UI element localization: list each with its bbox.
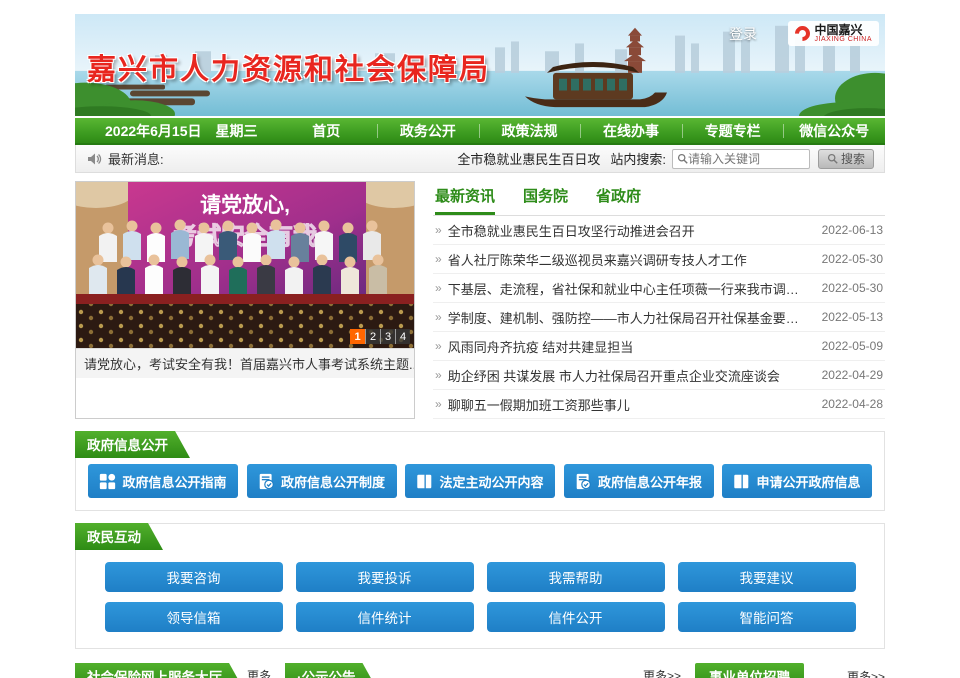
arrow-icon: » (435, 252, 442, 266)
gov-info-system-button[interactable]: 政府信息公开制度 (247, 464, 397, 498)
nav-item-policy[interactable]: 政策法规 (479, 121, 581, 141)
arrow-icon: » (435, 310, 442, 324)
annual-report-button[interactable]: 政府信息公开年报 (564, 464, 714, 498)
marquee-text[interactable]: 全市稳就业惠民生百日攻 (457, 149, 600, 168)
photo-overlay-line1: 请党放心, (200, 193, 290, 217)
nav-item-wechat[interactable]: 微信公众号 (783, 121, 885, 141)
public-notice-more-link[interactable]: 更多>> (643, 667, 681, 678)
consult-button[interactable]: 我要咨询 (105, 562, 283, 592)
jiaxing-logo[interactable]: 中国嘉兴 JIAXING CHINA (788, 21, 879, 46)
news-row[interactable]: » 助企纾困 共谋发展 市人力社保局召开重点企业交流座谈会 2022-04-29 (433, 361, 885, 390)
need-help-button[interactable]: 我需帮助 (487, 562, 665, 592)
recruitment-header: 事业单位招聘 更多>> (695, 663, 885, 678)
speaker-icon (86, 151, 102, 167)
news-row[interactable]: » 风雨同舟齐抗疫 结对共建显担当 2022-05-09 (433, 332, 885, 361)
recruitment-more-link[interactable]: 更多>> (847, 668, 885, 678)
doc-check-icon (258, 473, 275, 490)
news-row[interactable]: » 学制度、建机制、强防控——市人力社保局召开社保基金要情专题学习会 2022-… (433, 303, 885, 332)
arrow-icon: » (435, 397, 442, 411)
carousel-caption[interactable]: 请党放心，考试安全有我！首届嘉兴市人事考试系统主题... (76, 348, 414, 378)
doc-check-icon (575, 473, 592, 490)
gov-info-guide-button[interactable]: 政府信息公开指南 (88, 464, 238, 498)
logo-subtitle: JIAXING CHINA (815, 36, 872, 43)
interact-buttons: 我要咨询 我要投诉 我需帮助 我要建议 领导信箱 信件统计 信件公开 智能问答 (88, 556, 872, 636)
interact-section-title: 政民互动 (75, 523, 163, 550)
site-search-label: 站内搜索: (610, 149, 666, 168)
leader-mailbox-button[interactable]: 领导信箱 (105, 602, 283, 632)
jiaxing-logo-icon (791, 23, 812, 44)
social-insurance-header: 社会保险网上服务大厅 更多 (75, 663, 271, 678)
search-button[interactable]: 搜索 (818, 149, 874, 169)
tab-state-council[interactable]: 国务院 (523, 185, 568, 215)
pager-3[interactable]: 3 (380, 329, 395, 344)
page-title: 嘉兴市人力资源和社会保障局 (87, 46, 490, 88)
arrow-icon: » (435, 281, 442, 295)
news-panel: 最新资讯 国务院 省政府 » 全市稳就业惠民生百日攻坚行动推进会召开 2022-… (433, 181, 885, 419)
news-tabs: 最新资讯 国务院 省政府 (433, 181, 885, 216)
nav-item-online[interactable]: 在线办事 (580, 121, 682, 141)
nav-date: 2022年6月15日 星期三 (75, 121, 276, 141)
main-content-row: 请党放心, 考试安全有我 (75, 181, 885, 419)
social-insurance-more-link[interactable]: 更多 (247, 667, 271, 678)
carousel-photo: 请党放心, 考试安全有我 (76, 182, 414, 348)
date-text: 2022年6月15日 (105, 121, 202, 141)
logo-title: 中国嘉兴 (815, 24, 872, 36)
recruitment-title: 事业单位招聘 (695, 663, 804, 678)
header-banner: 嘉兴市人力资源和社会保障局 登录 中国嘉兴 JIAXING CHINA (75, 14, 885, 118)
gov-info-section: 政府信息公开 政府信息公开指南 政府信息公开制度 法定主动公开内容 政府信息公开… (75, 431, 885, 511)
group-photo-image: 请党放心, 考试安全有我 (76, 182, 414, 348)
social-insurance-title: 社会保险网上服务大厅 (75, 663, 244, 678)
news-list: » 全市稳就业惠民生百日攻坚行动推进会召开 2022-06-13 » 省人社厅陈… (433, 216, 885, 419)
search-box (672, 149, 810, 169)
social-insurance-panel: 社会保险网上服务大厅 更多 个人(单位)社保证明打印 办事指南 (75, 663, 271, 678)
arrow-icon: » (435, 223, 442, 237)
news-row[interactable]: » 聊聊五一假期加班工资那些事儿 2022-04-28 (433, 390, 885, 419)
letter-disclosure-button[interactable]: 信件公开 (487, 602, 665, 632)
book-icon (416, 473, 433, 490)
nav-item-home[interactable]: 首页 (276, 121, 378, 141)
login-link[interactable]: 登录 (729, 24, 757, 44)
nav-menu: 首页 政务公开 政策法规 在线办事 专题专栏 微信公众号 (276, 121, 885, 141)
pager-4[interactable]: 4 (395, 329, 410, 344)
arrow-icon: » (435, 339, 442, 353)
gov-info-buttons: 政府信息公开指南 政府信息公开制度 法定主动公开内容 政府信息公开年报 申请公开… (88, 464, 872, 498)
arrow-icon: » (435, 368, 442, 382)
carousel-pager: 1 2 3 4 (350, 329, 410, 344)
letter-stats-button[interactable]: 信件统计 (296, 602, 474, 632)
page: 嘉兴市人力资源和社会保障局 登录 中国嘉兴 JIAXING CHINA 2022… (75, 14, 885, 678)
public-notice-header: ·公示公告 更多>> (285, 663, 681, 678)
notice-bar: 最新消息: 全市稳就业惠民生百日攻 站内搜索: 搜索 (75, 145, 885, 173)
search-button-icon (827, 153, 838, 164)
photo-carousel[interactable]: 请党放心, 考试安全有我 (75, 181, 415, 419)
pager-2[interactable]: 2 (365, 329, 380, 344)
recruitment-panel: 事业单位招聘 更多>> ·嘉兴市妇幼保健院2022年公开... ·2022年嘉兴… (695, 663, 885, 678)
smart-qa-button[interactable]: 智能问答 (678, 602, 856, 632)
request-disclosure-button[interactable]: 申请公开政府信息 (722, 464, 872, 498)
tab-latest-news[interactable]: 最新资讯 (435, 185, 495, 215)
tab-provincial-gov[interactable]: 省政府 (596, 185, 641, 215)
news-row[interactable]: » 下基层、走流程，省社保和就业中心主任项薇一行来我市调研“国统”上线情况 20… (433, 274, 885, 303)
nav-item-special[interactable]: 专题专栏 (682, 121, 784, 141)
nav-item-gov-info[interactable]: 政务公开 (377, 121, 479, 141)
latest-news-label: 最新消息: (108, 149, 164, 168)
main-nav: 2022年6月15日 星期三 首页 政务公开 政策法规 在线办事 专题专栏 微信… (75, 118, 885, 145)
public-notice-title: ·公示公告 (285, 663, 378, 678)
interact-section: 政民互动 我要咨询 我要投诉 我需帮助 我要建议 领导信箱 信件统计 信件公开 … (75, 523, 885, 649)
bottom-row: 社会保险网上服务大厅 更多 个人(单位)社保证明打印 办事指南 ·公示公告 更多… (75, 663, 885, 678)
pager-1[interactable]: 1 (350, 329, 365, 344)
complaint-button[interactable]: 我要投诉 (296, 562, 474, 592)
suggestion-button[interactable]: 我要建议 (678, 562, 856, 592)
search-icon (677, 153, 688, 164)
news-row[interactable]: » 全市稳就业惠民生百日攻坚行动推进会召开 2022-06-13 (433, 216, 885, 245)
search-input[interactable] (688, 152, 800, 166)
gov-info-section-title: 政府信息公开 (75, 431, 190, 458)
legal-disclosure-button[interactable]: 法定主动公开内容 (405, 464, 555, 498)
public-notice-panel: ·公示公告 更多>> » 关于设立嘉善技工学校的公示 2022-05-18 » … (285, 663, 681, 678)
grid-icon (99, 473, 116, 490)
news-row[interactable]: » 省人社厅陈荣华二级巡视员来嘉兴调研专技人才工作 2022-05-30 (433, 245, 885, 274)
weekday-text: 星期三 (216, 121, 258, 141)
book-icon (733, 473, 750, 490)
